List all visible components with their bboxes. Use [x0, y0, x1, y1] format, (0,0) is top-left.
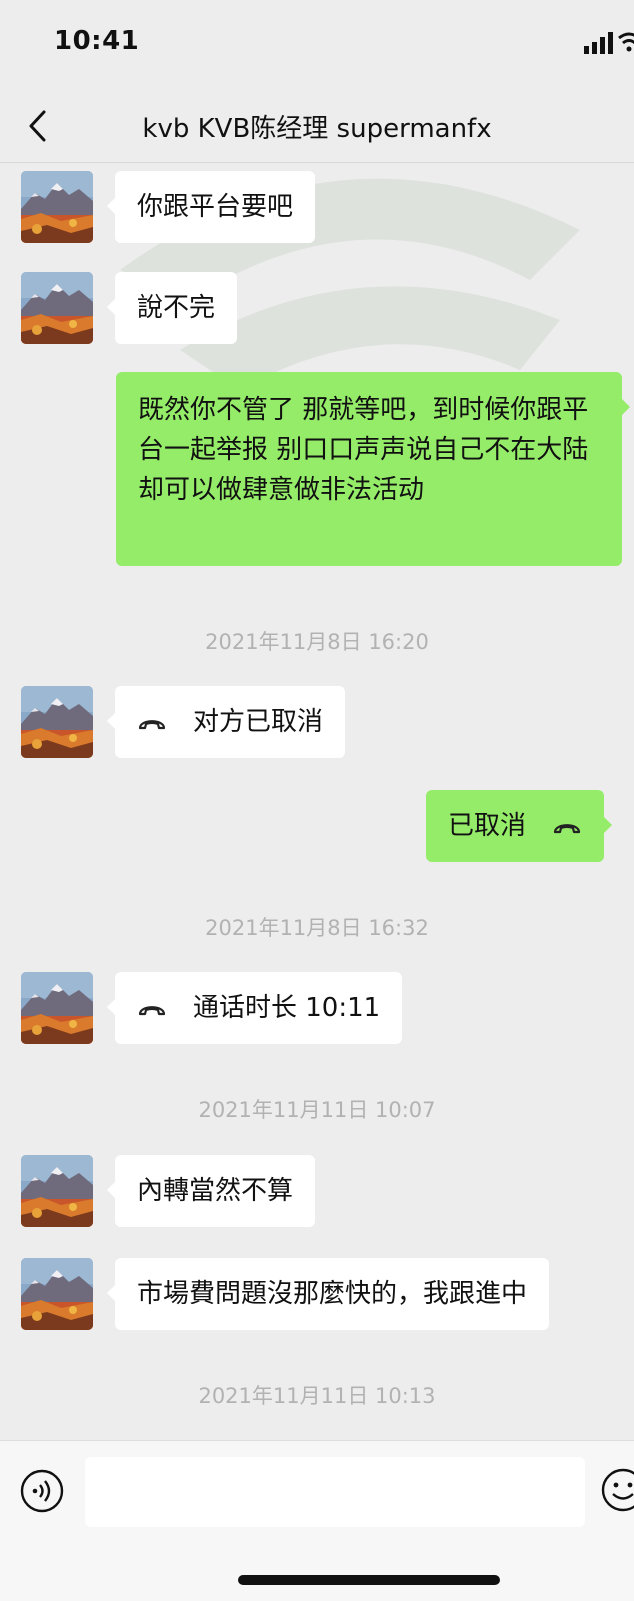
- phone-hangup-icon: [137, 715, 167, 731]
- chat-title: kvb KVB陈经理 supermanfx: [142, 114, 492, 144]
- incoming-message-bubble[interactable]: 市場費問題沒那麼快的，我跟進中: [106, 1258, 550, 1330]
- message-text: 內轉當然不算: [137, 1176, 294, 1206]
- incoming-call-bubble[interactable]: 通话时长 10:11: [106, 972, 403, 1044]
- phone-hangup-icon: [552, 819, 582, 835]
- message-text: 說不完: [137, 293, 216, 323]
- emoji-icon[interactable]: [600, 1467, 634, 1513]
- contact-avatar[interactable]: [21, 686, 93, 758]
- incoming-message-bubble[interactable]: 說不完: [106, 272, 238, 344]
- contact-avatar[interactable]: [21, 272, 93, 344]
- message-input[interactable]: [85, 1457, 585, 1527]
- home-indicator: [238, 1575, 500, 1585]
- call-status-text: 已取消: [448, 811, 527, 841]
- timestamp: 2021年11月11日 10:07: [198, 1098, 436, 1122]
- incoming-message-bubble[interactable]: 內轉當然不算: [106, 1155, 316, 1227]
- phone-hangup-icon: [137, 1001, 167, 1017]
- contact-avatar[interactable]: [21, 1258, 93, 1330]
- timestamp: 2021年11月11日 10:13: [198, 1384, 436, 1408]
- message-text: 既然你不管了 那就等吧，到时候你跟平台一起举报 别口口声声说自己不在大陆却可以做…: [138, 395, 589, 505]
- outgoing-message-bubble[interactable]: 既然你不管了 那就等吧，到时候你跟平台一起举报 别口口声声说自己不在大陆却可以做…: [116, 372, 630, 566]
- voice-input-icon[interactable]: [20, 1469, 64, 1513]
- signal-icon: [584, 32, 613, 54]
- wifi-icon: [618, 32, 634, 52]
- outgoing-call-bubble[interactable]: 已取消: [426, 790, 613, 862]
- contact-avatar[interactable]: [21, 972, 93, 1044]
- incoming-call-bubble[interactable]: 对方已取消: [106, 686, 346, 758]
- timestamp: 2021年11月8日 16:20: [205, 630, 429, 654]
- call-status-text: 对方已取消: [193, 707, 324, 737]
- incoming-message-bubble[interactable]: 你跟平台要吧: [106, 171, 316, 243]
- call-duration-text: 通话时长 10:11: [193, 993, 381, 1023]
- timestamp: 2021年11月8日 16:32: [205, 916, 429, 940]
- status-bar: 10:41: [0, 0, 634, 90]
- contact-avatar[interactable]: [21, 171, 93, 243]
- status-time: 10:41: [54, 26, 140, 56]
- message-text: 你跟平台要吧: [137, 192, 294, 222]
- contact-avatar[interactable]: [21, 1155, 93, 1227]
- message-text: 市場費問題沒那麼快的，我跟進中: [137, 1279, 528, 1309]
